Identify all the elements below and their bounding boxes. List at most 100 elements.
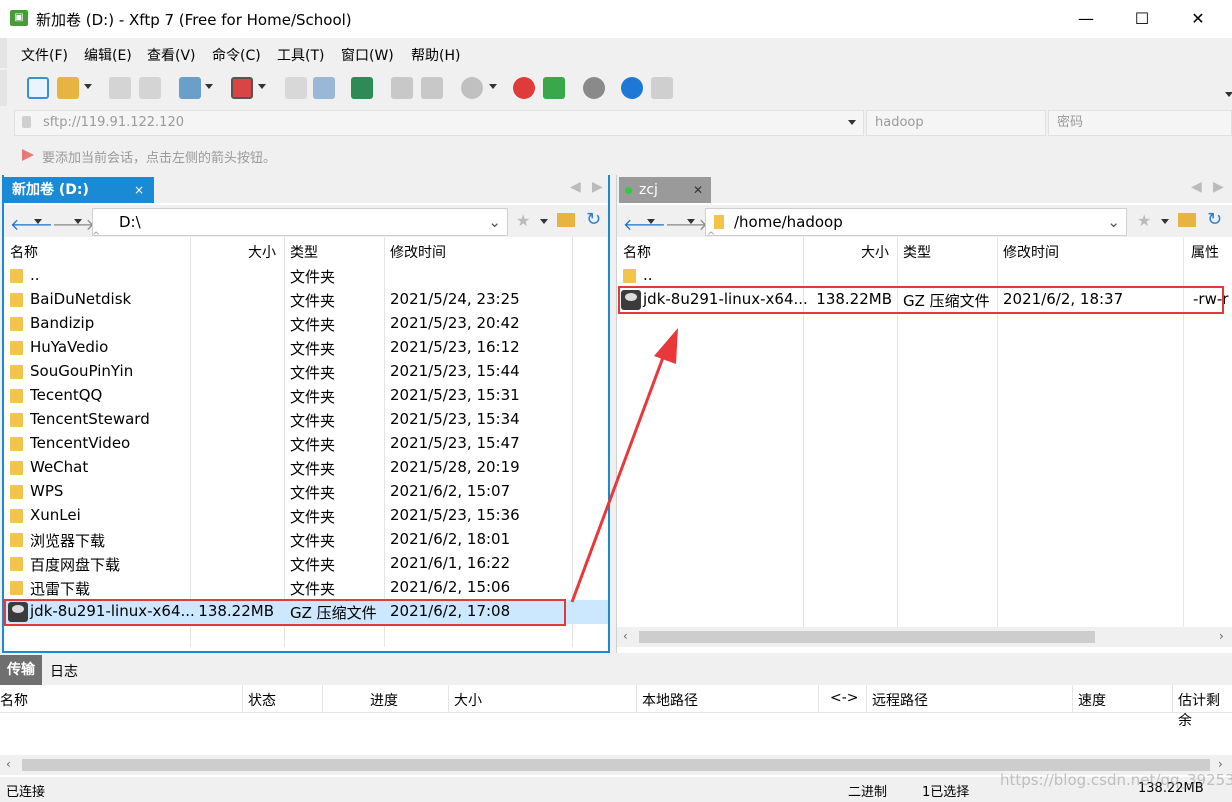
file-modified: 2021/5/24, 23:25 bbox=[390, 290, 520, 308]
help-icon[interactable] bbox=[621, 77, 643, 99]
col-attr[interactable]: 属性 bbox=[1191, 242, 1219, 262]
refresh-icon[interactable]: ↻ bbox=[586, 209, 601, 230]
close-icon[interactable]: ✕ bbox=[693, 177, 703, 203]
col-direction[interactable]: <-> bbox=[830, 690, 859, 706]
menu-file[interactable]: 文件(F) bbox=[21, 45, 68, 65]
list-item[interactable]: 浏览器下载 文件夹 2021/6/2, 18:01 bbox=[4, 528, 608, 552]
menu-tools[interactable]: 工具(T) bbox=[277, 45, 324, 65]
list-item[interactable]: Bandizip 文件夹 2021/5/23, 20:42 bbox=[4, 312, 608, 336]
col-type[interactable]: 类型 bbox=[903, 242, 931, 262]
minimize-button[interactable]: — bbox=[1058, 0, 1114, 38]
close-icon[interactable]: × bbox=[134, 177, 144, 203]
menu-command[interactable]: 命令(C) bbox=[212, 45, 261, 65]
transfer-icon[interactable] bbox=[351, 77, 373, 99]
col-modified[interactable]: 修改时间 bbox=[390, 242, 446, 262]
list-item[interactable]: XunLei 文件夹 2021/5/23, 15:36 bbox=[4, 504, 608, 528]
unlink-icon[interactable] bbox=[139, 77, 161, 99]
file-name: WeChat bbox=[30, 458, 89, 476]
xshell-icon[interactable] bbox=[513, 77, 535, 99]
new-session-icon[interactable] bbox=[27, 77, 49, 99]
tab-right-arrow-icon[interactable]: ▶ bbox=[592, 179, 603, 195]
tab-right-arrow-icon[interactable]: ▶ bbox=[1213, 179, 1224, 195]
forward-icon[interactable]: 🡒 bbox=[665, 214, 708, 234]
list-item[interactable]: TencentSteward 文件夹 2021/5/23, 15:34 bbox=[4, 408, 608, 432]
list-item[interactable]: HuYaVedio 文件夹 2021/5/23, 16:12 bbox=[4, 336, 608, 360]
scroll-right-icon[interactable]: › bbox=[1218, 757, 1223, 771]
link-icon[interactable] bbox=[109, 77, 131, 99]
paste-icon[interactable] bbox=[313, 77, 335, 99]
list-item[interactable]: .. 文件夹 bbox=[4, 264, 608, 288]
col-name[interactable]: 名称 bbox=[10, 242, 38, 262]
forward-icon[interactable]: 🡒 bbox=[52, 214, 95, 234]
print-icon[interactable] bbox=[391, 77, 413, 99]
col-remote-path[interactable]: 远程路径 bbox=[872, 690, 928, 710]
col-size[interactable]: 大小 bbox=[454, 690, 482, 710]
open-folder-icon[interactable] bbox=[57, 77, 79, 99]
col-type[interactable]: 类型 bbox=[290, 242, 318, 262]
scroll-thumb[interactable] bbox=[639, 631, 1095, 643]
file-type: 文件夹 bbox=[290, 436, 336, 454]
list-item[interactable]: TecentQQ 文件夹 2021/5/23, 15:31 bbox=[4, 384, 608, 408]
menu-edit[interactable]: 编辑(E) bbox=[84, 45, 132, 65]
col-size[interactable]: 大小 bbox=[861, 242, 889, 262]
terminal-icon[interactable] bbox=[231, 77, 253, 99]
list-item[interactable]: 百度网盘下载 文件夹 2021/6/1, 16:22 bbox=[4, 552, 608, 576]
menu-help[interactable]: 帮助(H) bbox=[411, 45, 460, 65]
password-input[interactable]: 密码 bbox=[1048, 110, 1232, 136]
home-folder-icon[interactable] bbox=[1178, 213, 1196, 227]
back-icon[interactable]: 🡐 bbox=[623, 214, 666, 234]
file-type: 文件夹 bbox=[290, 460, 336, 478]
chevron-down-icon[interactable]: ⌄ bbox=[488, 209, 501, 235]
scroll-left-icon[interactable]: ‹ bbox=[6, 757, 11, 771]
horizontal-scrollbar[interactable]: ‹ › bbox=[617, 627, 1232, 647]
copy-icon[interactable] bbox=[285, 77, 307, 99]
scroll-right-icon[interactable]: › bbox=[1219, 629, 1224, 643]
home-folder-icon[interactable] bbox=[557, 213, 575, 227]
host-input[interactable]: sftp://119.91.122.120 bbox=[14, 110, 864, 136]
path-input[interactable]: D:\ ⌄ bbox=[92, 208, 508, 236]
path-input[interactable]: /home/hadoop ⌄ bbox=[705, 208, 1127, 236]
tab-left-arrow-icon[interactable]: ◀ bbox=[570, 179, 581, 195]
scroll-thumb[interactable] bbox=[22, 759, 1210, 771]
gear-icon[interactable] bbox=[583, 77, 605, 99]
col-status[interactable]: 状态 bbox=[248, 690, 276, 710]
list-item[interactable]: BaiDuNetdisk 文件夹 2021/5/24, 23:25 bbox=[4, 288, 608, 312]
tab-log[interactable]: 日志 bbox=[50, 661, 78, 681]
col-name[interactable]: 名称 bbox=[0, 690, 28, 710]
list-item[interactable]: 迅雷下载 文件夹 2021/6/2, 15:06 bbox=[4, 576, 608, 600]
col-speed[interactable]: 速度 bbox=[1078, 690, 1106, 710]
menu-view[interactable]: 查看(V) bbox=[147, 45, 196, 65]
chevron-down-icon[interactable]: ⌄ bbox=[1107, 209, 1120, 235]
tab-local[interactable]: 新加卷 (D:) × bbox=[4, 177, 154, 203]
print-preview-icon[interactable] bbox=[421, 77, 443, 99]
col-size[interactable]: 大小 bbox=[248, 242, 276, 262]
tab-transfer[interactable]: 传输 bbox=[0, 655, 42, 685]
globe-icon[interactable] bbox=[461, 77, 483, 99]
list-item[interactable]: WPS 文件夹 2021/6/2, 15:07 bbox=[4, 480, 608, 504]
refresh-icon[interactable]: ↻ bbox=[1207, 209, 1222, 230]
list-item[interactable]: SouGouPinYin 文件夹 2021/5/23, 15:44 bbox=[4, 360, 608, 384]
col-modified[interactable]: 修改时间 bbox=[1003, 242, 1059, 262]
chat-icon[interactable] bbox=[651, 77, 673, 99]
tab-remote[interactable]: zcj ✕ bbox=[619, 177, 711, 203]
properties-icon[interactable] bbox=[179, 77, 201, 99]
col-progress[interactable]: 进度 bbox=[370, 690, 398, 710]
tab-left-arrow-icon[interactable]: ◀ bbox=[1191, 179, 1202, 195]
list-item[interactable]: WeChat 文件夹 2021/5/28, 20:19 bbox=[4, 456, 608, 480]
col-eta[interactable]: 估计剩余 bbox=[1178, 690, 1232, 730]
username-input[interactable]: hadoop bbox=[866, 110, 1046, 136]
watermark: https://blog.csdn.net/qq_39253319 bbox=[1000, 771, 1232, 789]
menu-window[interactable]: 窗口(W) bbox=[341, 45, 394, 65]
xftp-toolbar-icon[interactable] bbox=[543, 77, 565, 99]
maximize-button[interactable]: ☐ bbox=[1114, 0, 1170, 38]
close-button[interactable]: ✕ bbox=[1170, 0, 1226, 38]
back-icon[interactable]: 🡐 bbox=[10, 214, 53, 234]
col-name[interactable]: 名称 bbox=[623, 242, 651, 262]
list-item[interactable]: .. bbox=[617, 264, 1232, 288]
scroll-left-icon[interactable]: ‹ bbox=[623, 629, 628, 643]
list-item[interactable]: TencentVideo 文件夹 2021/5/23, 15:47 bbox=[4, 432, 608, 456]
col-local-path[interactable]: 本地路径 bbox=[642, 690, 698, 710]
star-icon[interactable]: ★ bbox=[516, 211, 530, 230]
star-icon[interactable]: ★ bbox=[1137, 211, 1151, 230]
file-modified: 2021/5/23, 15:44 bbox=[390, 362, 520, 380]
